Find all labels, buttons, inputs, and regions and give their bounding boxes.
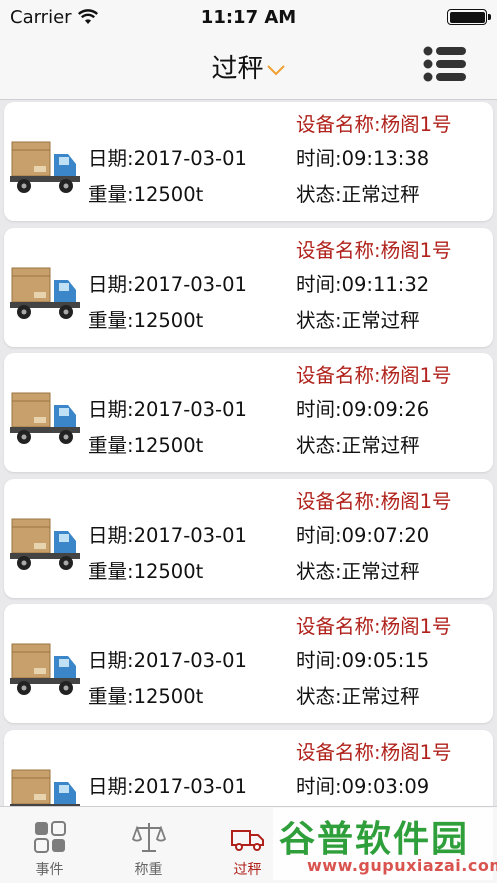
page-title: 过秤 [211,54,264,84]
watermark: 谷普软件园 www.gupuxiazai.com [273,808,497,880]
watermark-url: www.gupuxiazai.com [307,856,497,875]
truck-icon [10,392,80,444]
record-date: 日期:2017-03-01 [88,649,247,672]
battery-icon [447,9,491,25]
tab-events[interactable]: 事件 [0,807,99,883]
record-time: 时间:09:13:38 [296,147,430,170]
record-status: 状态:正常过秤 [296,183,420,206]
truck-icon [10,141,80,193]
record-weight: 重量:12500t [88,559,204,583]
tab-weighing[interactable]: 称重 [99,807,198,883]
record-time: 时间:09:09:26 [296,398,430,421]
record-date: 日期:2017-03-01 [88,774,247,798]
record-date: 日期:2017-03-01 [88,147,247,170]
record-date: 日期:2017-03-01 [88,272,247,296]
record-card[interactable]: 设备名称:杨阁1号 日期:2017-03-01 时间:09:13:38 重量:1… [4,102,493,221]
record-card[interactable]: 设备名称:杨阁1号 日期:2017-03-01 时间:09:11:32 重量:1… [4,227,493,347]
scale-icon [131,823,166,852]
record-date: 日期:2017-03-01 [88,398,247,421]
truck-icon [230,830,264,851]
tab-passing-label: 过秤 [233,862,262,878]
status-time: 11:17 AM [200,6,297,28]
device-name: 设备名称:杨阁1号 [296,740,452,764]
record-status: 状态:正常过秤 [296,308,420,332]
tab-weighing-label: 称重 [134,862,163,878]
tab-events-label: 事件 [35,862,64,878]
record-weight: 重量:12500t [88,685,204,708]
truck-icon [10,267,80,319]
device-name: 设备名称:杨阁1号 [296,489,452,513]
truck-icon [10,643,80,695]
record-status: 状态:正常过秤 [296,434,420,457]
record-time: 时间:09:03:09 [296,774,430,798]
device-name: 设备名称:杨阁1号 [296,238,452,262]
record-time: 时间:09:05:15 [296,649,430,672]
record-time: 时间:09:11:32 [296,272,430,296]
record-card[interactable]: 设备名称:杨阁1号 日期:2017-03-01 时间:09:03:09 [4,729,493,806]
record-weight: 重量:12500t [88,183,204,206]
truck-icon [10,769,80,806]
record-weight: 重量:12500t [88,434,204,457]
chevron-down-icon [266,64,285,75]
record-card[interactable]: 设备名称:杨阁1号 日期:2017-03-01 时间:09:07:20 重量:1… [4,478,493,598]
watermark-main-text: 谷普软件园 [279,819,470,860]
nav-bar: 过秤 [0,34,497,100]
device-name: 设备名称:杨阁1号 [296,113,452,136]
grid-icon [33,821,66,853]
record-card[interactable]: 设备名称:杨阁1号 日期:2017-03-01 时间:09:05:15 重量:1… [4,604,493,723]
status-bar: Carrier 11:17 AM [0,0,497,34]
record-date: 日期:2017-03-01 [88,523,247,547]
list-menu-icon[interactable] [423,46,467,82]
record-status: 状态:正常过秤 [296,685,420,708]
device-name: 设备名称:杨阁1号 [296,364,452,387]
record-time: 时间:09:07:20 [296,523,430,547]
record-list[interactable]: 设备名称:杨阁1号 日期:2017-03-01 时间:09:13:38 重量:1… [0,100,497,806]
record-card[interactable]: 设备名称:杨阁1号 日期:2017-03-01 时间:09:09:26 重量:1… [4,353,493,472]
device-name: 设备名称:杨阁1号 [296,615,452,638]
record-weight: 重量:12500t [88,308,204,332]
truck-icon [10,518,80,570]
record-status: 状态:正常过秤 [296,559,420,583]
